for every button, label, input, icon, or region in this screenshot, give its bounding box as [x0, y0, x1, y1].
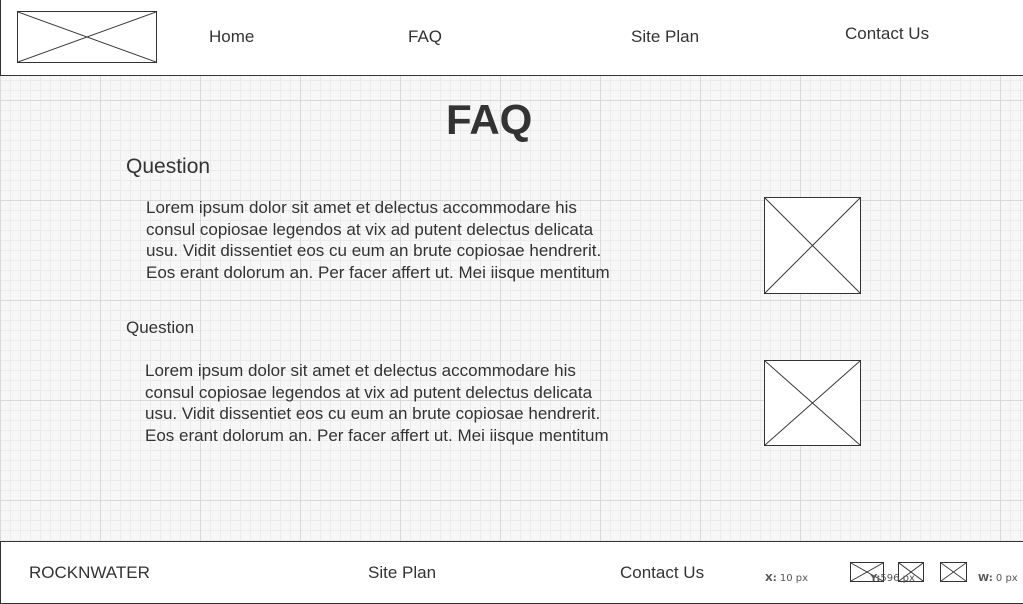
w-label: W:	[978, 573, 993, 584]
footer-link-contact-us[interactable]: Contact Us	[620, 563, 704, 583]
answer-line: Eos erant dolorum an. Per facer affert u…	[146, 262, 610, 282]
w-coordinate-readout: W: 0 px	[978, 573, 1018, 584]
header: Home FAQ Site Plan Contact Us	[0, 0, 1023, 76]
nav-faq[interactable]: FAQ	[408, 27, 442, 47]
answer-line: consul copiosae legendos at vix ad puten…	[146, 219, 594, 239]
question-image-placeholder	[764, 360, 861, 446]
y-label: Y:	[870, 573, 881, 584]
y-coordinate-readout: Y:596 px	[870, 573, 915, 584]
question-title: Question	[126, 318, 195, 337]
nav-site-plan[interactable]: Site Plan	[631, 27, 699, 47]
nav-home[interactable]: Home	[209, 27, 254, 47]
answer-line: usu. Vidit dissentiet eos cu eum an brut…	[145, 404, 601, 423]
page-title: FAQ	[446, 96, 533, 143]
question-answer-text: Lorem ipsum dolor sit amet et delectus a…	[145, 360, 665, 446]
y-value: 596 px	[880, 573, 915, 584]
footer-link-site-plan[interactable]: Site Plan	[368, 563, 436, 583]
answer-line: Eos erant dolorum an. Per facer affert u…	[145, 425, 609, 445]
answer-line: Lorem ipsum dolor sit amet et delectus a…	[146, 198, 577, 217]
question-image-placeholder	[764, 197, 861, 294]
x-value: 10 px	[779, 573, 809, 584]
social-icon-placeholder[interactable]	[940, 562, 967, 582]
question-title: Question	[126, 155, 211, 178]
footer-brand: ROCKNWATER	[29, 563, 150, 582]
question-answer-text: Lorem ipsum dolor sit amet et delectus a…	[146, 197, 666, 283]
x-label: X:	[765, 573, 777, 584]
x-coordinate-readout: X: 10 px	[765, 573, 808, 584]
logo-placeholder-image[interactable]	[17, 11, 157, 63]
w-value: 0 px	[995, 573, 1018, 584]
answer-line: Lorem ipsum dolor sit amet et delectus a…	[145, 361, 576, 380]
answer-line: consul copiosae legendos at vix ad puten…	[145, 382, 593, 402]
answer-line: usu. Vidit dissentiet eos cu eum an brut…	[146, 241, 602, 260]
nav-contact-us[interactable]: Contact Us	[845, 24, 929, 44]
footer: ROCKNWATER Site Plan Contact Us X: 10 px…	[0, 541, 1023, 604]
